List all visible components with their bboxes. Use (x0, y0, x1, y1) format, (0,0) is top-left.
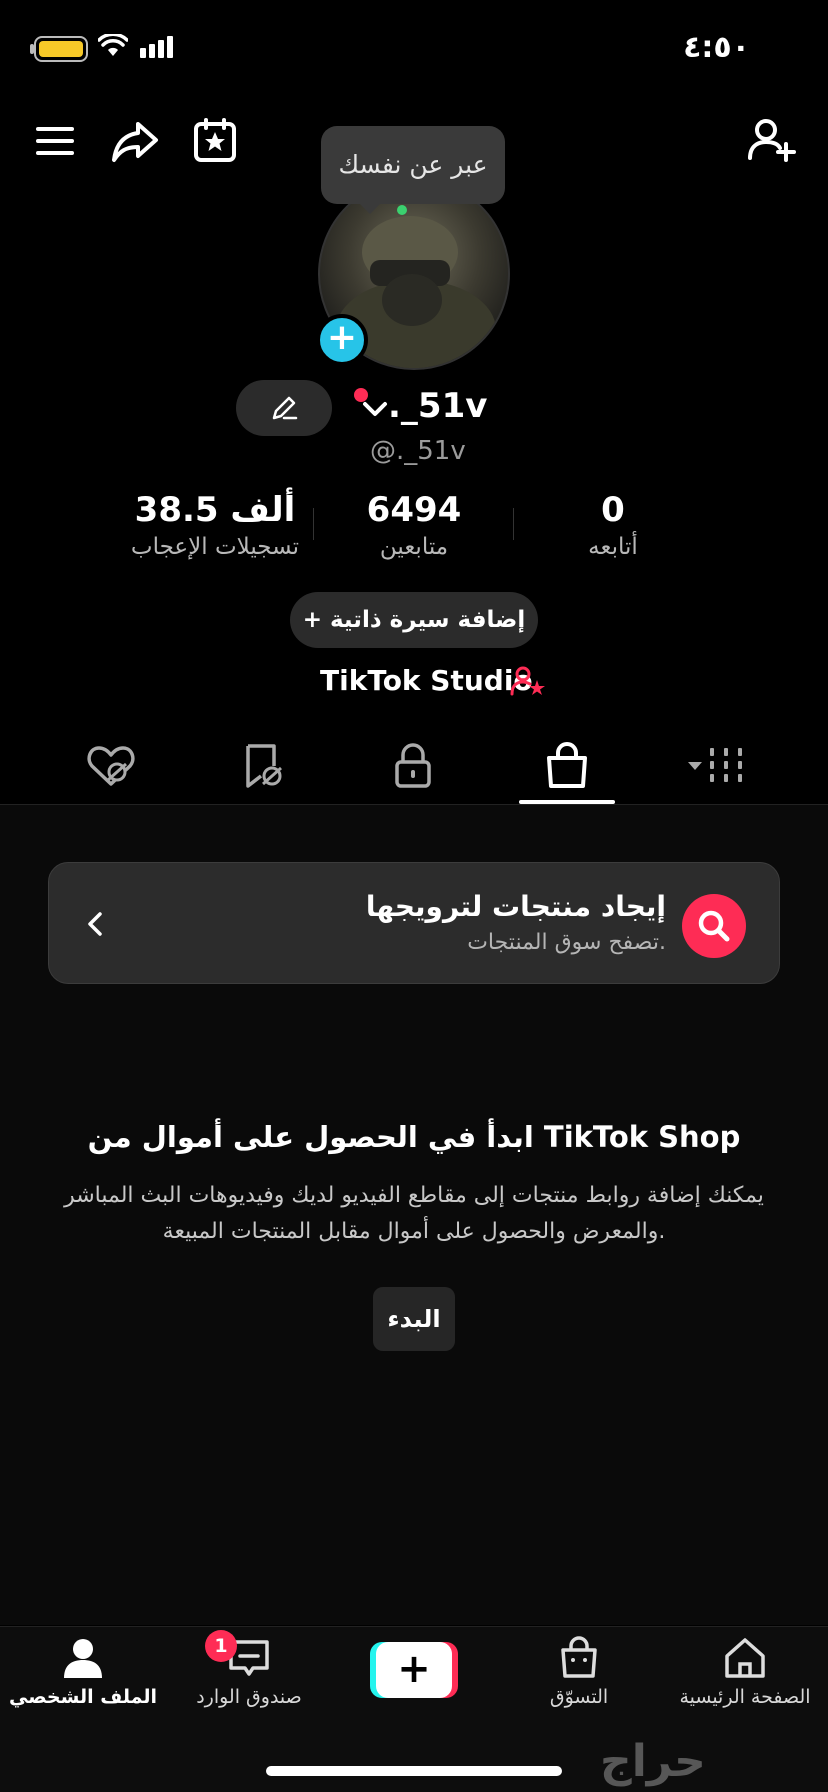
likes-label: تسجيلات الإعجاب (130, 534, 300, 560)
stat-divider (313, 508, 314, 540)
stat-divider (513, 508, 514, 540)
search-icon (698, 910, 730, 942)
likes-count[interactable]: 38.5 ألف (130, 490, 300, 530)
bio-tooltip[interactable]: عبر عن نفسك (321, 126, 505, 204)
following-label: أتابعه (588, 534, 638, 560)
username[interactable]: ._51v (388, 386, 487, 426)
wifi-icon (98, 34, 128, 56)
battery-icon (34, 36, 88, 62)
find-products-search-button (682, 894, 746, 958)
tab-private[interactable] (386, 740, 440, 792)
start-button[interactable]: البدء (373, 1287, 455, 1351)
find-products-card[interactable] (48, 862, 780, 984)
nav-home-label: الصفحة الرئيسية (679, 1686, 811, 1708)
tooltip-tail (358, 202, 382, 214)
shop-promo-description: يمكنك إضافة روابط منتجات إلى مقاطع الفيد… (64, 1183, 764, 1244)
nav-shop-label: التسوّق (549, 1686, 609, 1708)
tab-favorites[interactable] (236, 740, 290, 792)
add-bio-button[interactable]: + إضافة سيرة ذاتية (290, 592, 538, 648)
tab-videos-grid-icon[interactable] (686, 740, 750, 792)
menu-icon[interactable] (30, 114, 84, 168)
studio-icon (510, 666, 545, 696)
shop-promo-title: ابدأ في الحصول على أموال من TikTok Shop (87, 1120, 741, 1154)
followers-count[interactable]: 6494 (334, 490, 494, 530)
shopping-bag-icon (561, 1636, 597, 1678)
nav-inbox[interactable]: صندوق الوارد (166, 1636, 332, 1708)
add-friend-icon[interactable] (744, 114, 798, 168)
status-time: ٤:٥٠ (683, 30, 750, 65)
followers-label: متابعين (379, 534, 449, 560)
nav-inbox-label: صندوق الوارد (196, 1686, 302, 1708)
share-icon[interactable] (108, 114, 162, 168)
pencil-icon (272, 396, 298, 420)
find-products-title: إيجاد منتجات لترويجها (365, 890, 666, 923)
watermark: حراج (600, 1736, 706, 1787)
create-button[interactable]: + (370, 1642, 458, 1698)
nav-home[interactable]: الصفحة الرئيسية (662, 1636, 828, 1708)
add-avatar-button[interactable]: + (316, 314, 368, 366)
create-plus-icon: + (376, 1642, 452, 1698)
tab-shop[interactable] (540, 740, 594, 792)
signal-icon (140, 36, 173, 58)
tab-liked-videos[interactable] (84, 740, 138, 792)
find-products-subtitle: تصفح سوق المنتجات. (467, 930, 666, 955)
home-indicator[interactable] (266, 1766, 562, 1776)
edit-profile-button[interactable] (236, 380, 332, 436)
profile-icon (64, 1639, 102, 1678)
chevron-left-icon[interactable] (84, 908, 106, 940)
home-icon (725, 1638, 765, 1678)
nav-shop[interactable]: التسوّق (496, 1636, 662, 1708)
chevron-down-icon[interactable] (362, 400, 388, 418)
calendar-star-icon[interactable] (188, 114, 242, 168)
nav-profile-label: الملف الشخصي (8, 1686, 157, 1708)
tiktok-studio-link[interactable]: TikTok Studio (320, 664, 533, 697)
handle: @._51v (370, 436, 466, 466)
nav-profile[interactable]: الملف الشخصي (0, 1636, 166, 1708)
inbox-badge: 1 (205, 1630, 237, 1662)
following-count[interactable]: 0 (545, 490, 681, 530)
